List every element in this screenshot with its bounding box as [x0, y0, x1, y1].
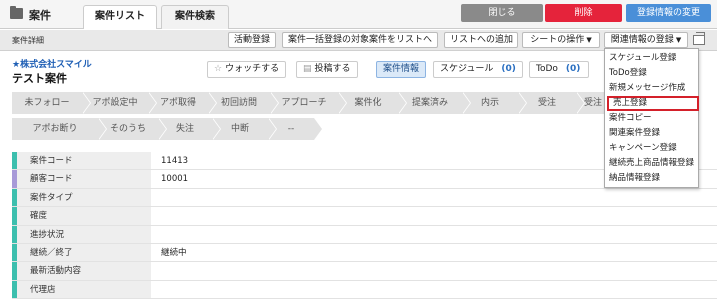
chevron-down-icon: ▼	[586, 36, 592, 44]
app-title: 案件	[29, 9, 51, 22]
activity-register-button[interactable]: 活動登録	[228, 32, 276, 48]
chevron-down-icon: ▼	[675, 36, 682, 44]
menu-item-campaign[interactable]: キャンペーン登録	[605, 141, 698, 156]
field-row: 代理店	[12, 280, 717, 300]
copy-icon[interactable]	[693, 32, 705, 45]
add-to-list-button[interactable]: リストへの追加	[444, 32, 518, 48]
status-step[interactable]: 初回訪問	[208, 92, 279, 114]
menu-item-related-case[interactable]: 関連案件登録	[605, 126, 698, 141]
menu-item-new-message[interactable]: 新規メッセージ作成	[605, 81, 698, 96]
top-header: 案件 案件リスト 案件検索 閉じる 削除 登録情報の変更	[0, 0, 717, 29]
field-value: 10001	[161, 174, 189, 185]
record-title: テスト案件	[12, 72, 67, 85]
delete-button[interactable]: 削除	[545, 4, 622, 22]
related-info-label: 関連情報の登録	[610, 35, 674, 45]
bulk-list-button[interactable]: 案件一括登録の対象案件をリストへ	[282, 32, 438, 48]
status-step[interactable]: 未フォロー	[12, 92, 91, 114]
tab-case-search[interactable]: 案件検索	[161, 5, 229, 29]
schedule-label: スケジュール	[440, 64, 494, 74]
folder-icon	[10, 6, 23, 19]
related-info-menu: スケジュール登録 ToDo登録 新規メッセージ作成 売上登録 案件コピー 関連案…	[604, 48, 699, 188]
schedule-count: (0)	[501, 64, 516, 74]
menu-item-schedule-register[interactable]: スケジュール登録	[605, 51, 698, 66]
status-step[interactable]: アポ取得	[148, 92, 217, 114]
close-button[interactable]: 閉じる	[461, 4, 543, 22]
status-step[interactable]: 提案済み	[398, 92, 471, 114]
tab-schedule[interactable]: スケジュール (0)	[433, 61, 523, 78]
field-label: 確度	[17, 207, 151, 225]
field-row: 進捗状況	[12, 225, 717, 244]
field-label: 最新活動内容	[17, 262, 151, 280]
field-value: 継続中	[161, 247, 187, 258]
field-value: 11413	[161, 156, 189, 166]
field-label: 案件コード	[17, 152, 151, 170]
field-label: 代理店	[17, 280, 151, 299]
status-step[interactable]: そのうち	[98, 118, 167, 140]
detail-label: 案件詳細	[12, 36, 44, 45]
todo-count: (0)	[565, 64, 581, 74]
sheet-operation-label: シートの操作	[530, 35, 585, 45]
todo-label: ToDo	[536, 64, 558, 74]
field-label: 進捗状況	[17, 225, 151, 243]
menu-item-continuous-sales[interactable]: 継続売上商品情報登録	[605, 156, 698, 171]
change-registration-button[interactable]: 登録情報の変更	[626, 4, 711, 22]
related-info-dropdown[interactable]: 関連情報の登録 ▼	[604, 32, 688, 48]
menu-item-case-copy[interactable]: 案件コピー	[605, 111, 698, 126]
company-link[interactable]: ★株式会社スマイル	[12, 57, 92, 70]
menu-item-sales-register[interactable]: 売上登録	[607, 96, 699, 111]
field-row: 確度	[12, 207, 717, 226]
post-button[interactable]: ▤ 投稿する	[296, 61, 358, 78]
watch-button[interactable]: ☆ ウォッチする	[207, 61, 287, 78]
status-step[interactable]: アプローチ	[270, 92, 347, 114]
status-step[interactable]: アポ設定中	[82, 92, 157, 114]
field-row: 最新活動内容	[12, 262, 717, 281]
menu-item-todo-register[interactable]: ToDo登録	[605, 66, 698, 81]
field-row: 案件タイプ	[12, 188, 717, 208]
tab-case-info[interactable]: 案件情報	[376, 61, 427, 78]
menu-item-delivery-info[interactable]: 納品情報登録	[605, 171, 698, 186]
field-row: 継続／終了 継続中	[12, 243, 717, 263]
tab-case-list[interactable]: 案件リスト	[83, 5, 157, 29]
sheet-operation-dropdown[interactable]: シートの操作 ▼	[522, 32, 600, 48]
field-label: 案件タイプ	[17, 188, 151, 207]
post-icon: ▤	[303, 64, 312, 74]
star-icon: ☆	[214, 64, 223, 74]
status-step[interactable]: アポお断り	[12, 118, 107, 140]
field-label: 継続／終了	[17, 243, 151, 262]
watch-label: ウォッチする	[225, 64, 280, 74]
tab-todo[interactable]: ToDo (0)	[529, 61, 589, 78]
post-label: 投稿する	[314, 64, 351, 74]
field-label: 顧客コード	[17, 170, 151, 188]
status-step[interactable]: 案件化	[338, 92, 407, 114]
